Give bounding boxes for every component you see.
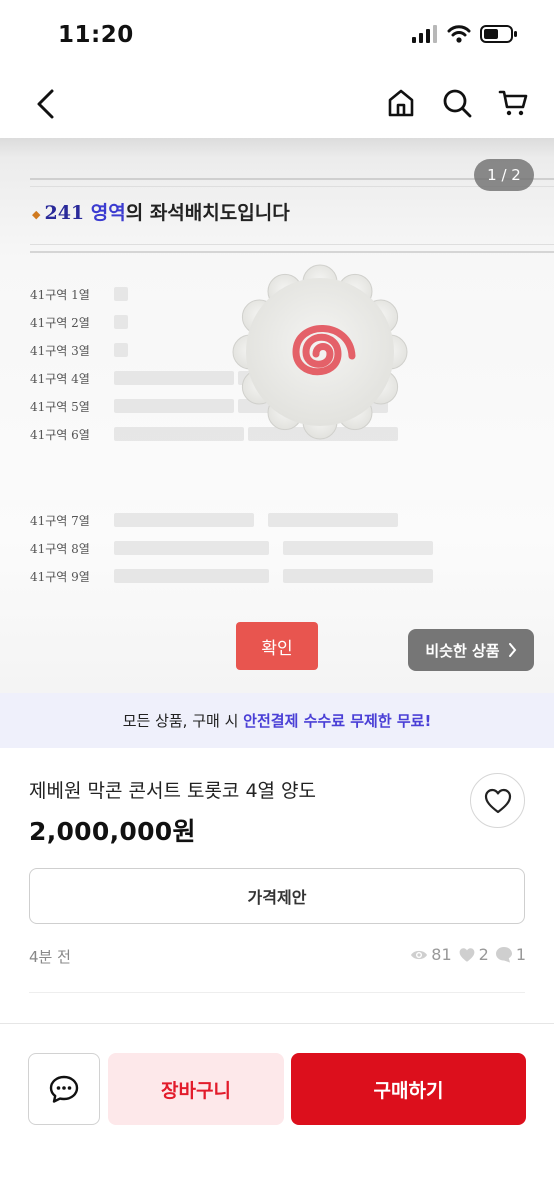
product-price: 2,000,000원 <box>29 817 196 846</box>
chevron-right-icon <box>508 643 516 657</box>
seat-row: 41구역 2열 <box>30 312 132 332</box>
home-icon <box>388 89 414 117</box>
header-actions <box>382 84 532 122</box>
promo-highlight: 안전결제 수수료 무제한 무료! <box>243 712 432 730</box>
views-stat: 81 <box>410 945 452 964</box>
product-image[interactable]: ◆ 241 영역의 좌석배치도입니다 1 / 2 41구역 1열 41구역 2열 … <box>0 138 554 693</box>
price-offer-button[interactable]: 가격제안 <box>29 868 525 924</box>
likes-count: 2 <box>478 945 489 964</box>
product-stats: 81 2 1 <box>410 945 526 964</box>
app-header <box>0 70 554 138</box>
eye-icon <box>411 950 428 959</box>
similar-products-label: 비슷한 상품 <box>425 641 500 660</box>
status-time: 11:20 <box>58 22 134 48</box>
wifi-icon <box>447 25 471 43</box>
seat-row: 41구역 7열 <box>30 510 402 530</box>
likes-stat: 2 <box>458 945 489 964</box>
bottom-action-bar: 장바구니 구매하기 <box>0 1023 554 1199</box>
signal-icon <box>412 25 437 43</box>
status-icons <box>412 24 518 44</box>
seat-row: 41구역 8열 <box>30 538 437 558</box>
add-to-cart-button[interactable]: 장바구니 <box>108 1053 284 1125</box>
search-icon <box>443 89 472 118</box>
heart-icon <box>484 788 511 813</box>
chat-button[interactable] <box>28 1053 100 1125</box>
section-divider <box>29 992 525 993</box>
chevron-left-icon <box>37 89 54 119</box>
seat-chart-header: ◆ 241 영역의 좌석배치도입니다 <box>30 178 554 253</box>
home-button[interactable] <box>382 84 420 122</box>
chats-stat: 1 <box>495 945 526 964</box>
cart-icon <box>498 90 528 116</box>
chat-bubble-icon <box>495 947 512 963</box>
safe-payment-banner[interactable]: 모든 상품, 구매 시 안전결제 수수료 무제한 무료! <box>0 693 554 748</box>
promo-prefix: 모든 상품, 구매 시 <box>122 712 244 730</box>
confirm-button-in-image: 확인 <box>236 622 318 670</box>
seat-row: 41구역 9열 <box>30 566 437 586</box>
chat-icon <box>49 1075 79 1103</box>
seat-row: 41구역 3열 <box>30 340 132 360</box>
back-button[interactable] <box>26 84 66 124</box>
buy-now-button[interactable]: 구매하기 <box>291 1053 526 1125</box>
seat-row: 41구역 1열 <box>30 284 132 304</box>
views-count: 81 <box>431 945 452 964</box>
like-button[interactable] <box>470 773 525 828</box>
posted-time: 4분 전 <box>29 948 71 966</box>
diamond-icon: ◆ <box>32 207 41 221</box>
seat-chart-title: ◆ 241 영역의 좌석배치도입니다 <box>32 202 290 224</box>
chats-count: 1 <box>515 945 526 964</box>
cart-button[interactable] <box>494 84 532 122</box>
heart-icon <box>459 947 475 962</box>
fishcake-sticker-icon <box>232 264 408 440</box>
battery-icon <box>480 25 517 43</box>
status-bar: 11:20 <box>0 0 554 70</box>
search-button[interactable] <box>438 84 476 122</box>
image-page-indicator: 1 / 2 <box>474 159 534 191</box>
similar-products-button[interactable]: 비슷한 상품 <box>408 629 534 671</box>
product-title: 제베원 막콘 콘서트 토롯코 4열 양도 <box>29 780 317 802</box>
